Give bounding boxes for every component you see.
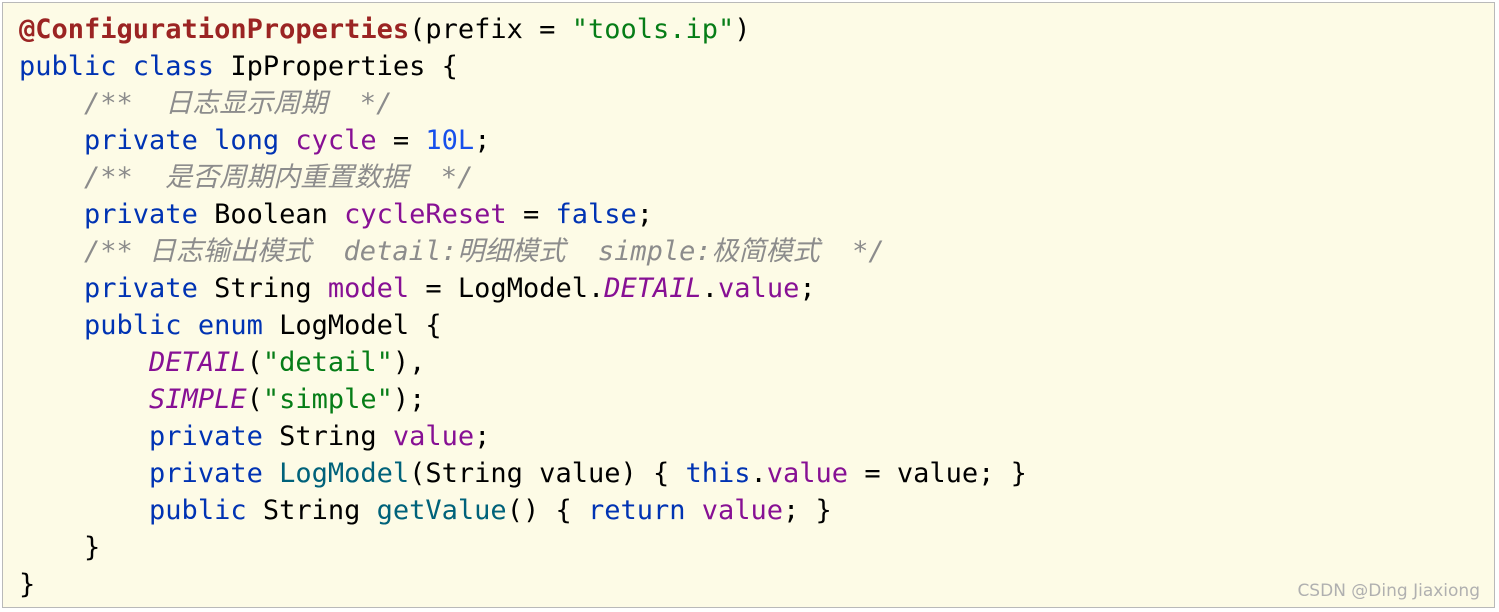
code-token-plain: ( xyxy=(246,384,263,415)
code-line: public enum LogModel { xyxy=(19,307,1027,344)
code-token-keyword: false xyxy=(555,199,637,230)
code-token-field: value xyxy=(766,458,849,489)
code-token-plain: ); xyxy=(392,384,426,415)
code-token-plain: ) xyxy=(734,14,751,45)
code-token-string: "detail" xyxy=(262,347,393,378)
code-line: DETAIL("detail"), xyxy=(19,344,1027,381)
code-token-keyword: private xyxy=(84,273,215,304)
code-token-plain: = xyxy=(506,199,556,230)
code-token-keyword: private xyxy=(149,458,280,489)
code-token-plain: ; xyxy=(474,421,491,452)
code-token-method: getValue xyxy=(376,495,507,526)
code-token-keyword: return xyxy=(587,495,702,526)
code-line: } xyxy=(19,566,1027,603)
code-token-field: value xyxy=(718,273,800,304)
code-token-field: value xyxy=(392,421,475,452)
code-token-keyword: private long xyxy=(84,125,296,156)
code-line: private Boolean cycleReset = false; xyxy=(19,196,1027,233)
code-token-field: cycleReset xyxy=(344,199,507,230)
code-token-comment: /** 日志输出模式 detail:明细模式 simple:极简模式 */ xyxy=(19,236,885,267)
code-token-plain: ; xyxy=(636,199,654,230)
code-token-plain: . xyxy=(701,273,719,304)
code-token-plain: ; } xyxy=(783,495,832,526)
watermark: CSDN @Ding Jiaxiong xyxy=(1297,581,1480,601)
code-token-plain: String xyxy=(279,421,393,452)
code-token-comment: /** 是否周期内重置数据 */ xyxy=(19,162,474,193)
code-line: @ConfigurationProperties(prefix = "tools… xyxy=(19,11,1027,48)
code-line: public class IpProperties { xyxy=(19,48,1027,85)
code-line: SIMPLE("simple"); xyxy=(19,381,1027,418)
code-token-plain: ; xyxy=(799,273,816,304)
code-line: public String getValue() { return value;… xyxy=(19,492,1027,529)
code-token-number: 10L xyxy=(425,125,475,156)
code-panel: @ConfigurationProperties(prefix = "tools… xyxy=(2,2,1495,608)
code-line: /** 是否周期内重置数据 */ xyxy=(19,159,1027,196)
code-token-field: cycle xyxy=(295,125,377,156)
code-token-field: value xyxy=(701,495,784,526)
code-token-method: LogModel xyxy=(279,458,410,489)
code-token-plain: (prefix = xyxy=(409,14,572,45)
code-token-plain: Boolean xyxy=(214,199,345,230)
code-token-plain: = value; } xyxy=(848,458,1027,489)
code-token-plain: (String value) { xyxy=(409,458,686,489)
code-block: @ConfigurationProperties(prefix = "tools… xyxy=(19,11,1027,603)
code-token-keyword: public enum xyxy=(84,310,280,341)
code-line: /** 日志输出模式 detail:明细模式 simple:极简模式 */ xyxy=(19,233,1027,270)
code-token-constant: DETAIL xyxy=(604,273,702,304)
code-line: /** 日志显示周期 */ xyxy=(19,85,1027,122)
code-token-plain: } xyxy=(19,532,101,563)
code-line: private String value; xyxy=(19,418,1027,455)
code-token-plain: ; xyxy=(474,125,491,156)
code-token-keyword: public class xyxy=(19,51,231,82)
code-token-comment: /** 日志显示周期 */ xyxy=(19,88,393,119)
code-token-keyword: private xyxy=(84,199,215,230)
code-token-plain: IpProperties { xyxy=(230,51,458,82)
code-token-plain: ( xyxy=(246,347,263,378)
code-token-plain: () { xyxy=(506,495,588,526)
code-token-keyword: public xyxy=(149,495,263,526)
code-line: private String model = LogModel.DETAIL.v… xyxy=(19,270,1027,307)
code-token-plain: ), xyxy=(392,347,426,378)
code-token-plain: String xyxy=(214,273,328,304)
code-token-string: "tools.ip" xyxy=(571,14,735,45)
code-token-plain: LogModel { xyxy=(279,310,442,341)
code-line: private long cycle = 10L; xyxy=(19,122,1027,159)
code-token-plain: String xyxy=(262,495,377,526)
code-token-keyword: private xyxy=(149,421,280,452)
code-token-plain: = xyxy=(376,125,426,156)
code-token-string: "simple" xyxy=(262,384,393,415)
code-token-plain: = LogModel. xyxy=(409,273,605,304)
code-line: } xyxy=(19,529,1027,566)
code-token-plain: } xyxy=(19,569,36,600)
code-line: private LogModel(String value) { this.va… xyxy=(19,455,1027,492)
code-token-constant: SIMPLE xyxy=(149,384,247,415)
code-token-plain: . xyxy=(750,458,767,489)
code-token-field: model xyxy=(327,273,410,304)
code-token-annotation: @ConfigurationProperties xyxy=(19,14,410,45)
code-token-constant: DETAIL xyxy=(149,347,247,378)
code-token-keyword: this xyxy=(685,458,751,489)
